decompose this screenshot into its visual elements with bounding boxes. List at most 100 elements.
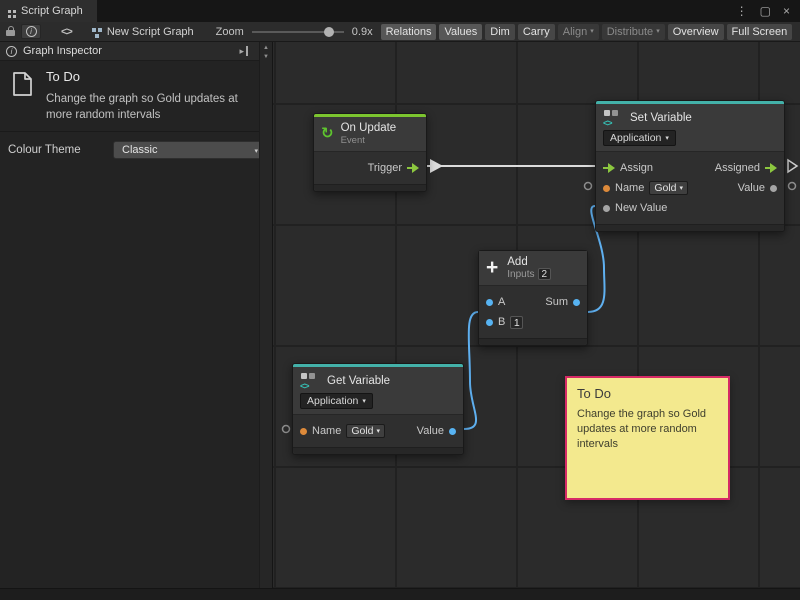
node-footer [479,338,587,345]
sticky-note-title: To Do [577,386,718,401]
input-b-value[interactable]: 1 [510,316,523,329]
node-header[interactable]: <> Set Variable Application ▾ [596,104,784,152]
todo-section: To Do Change the graph so Gold updates a… [0,61,272,132]
input-b-port[interactable] [486,319,493,326]
tab-bar: Script Graph ⋮ ▢ × [0,0,800,22]
node-title: Add [507,256,551,268]
carry-button[interactable]: Carry [518,24,555,40]
variable-name-dropdown[interactable]: Gold ▾ [649,181,688,195]
node-title: Get Variable [327,375,390,387]
input-a-label: A [498,296,505,308]
todo-title: To Do [46,69,258,84]
variable-icon: <> [300,372,320,389]
new-value-port[interactable] [603,205,610,212]
input-a-port[interactable] [486,299,493,306]
assigned-label: Assigned [715,162,760,174]
dim-button[interactable]: Dim [485,24,515,40]
chevron-down-icon: ▾ [590,28,594,35]
node-footer [314,184,426,191]
assigned-flow-port[interactable] [788,160,797,172]
getvar-name-port[interactable] [283,426,290,433]
node-header[interactable]: + Add Inputs 2 [479,251,587,286]
trigger-flow-port[interactable] [407,163,419,173]
toolbar-buttons: Relations Values Dim Carry Align ▾ Distr… [381,24,793,40]
update-loop-icon: ↻ [321,126,334,142]
script-graph-mini-icon [92,28,96,32]
assign-flow-port[interactable] [603,163,615,173]
menu-icon[interactable]: ⋮ [736,4,748,18]
wire-getvalue-adda[interactable] [464,312,478,429]
maximize-icon[interactable]: ▢ [760,4,771,18]
chevron-down-icon: ▾ [680,185,684,192]
colour-theme-row: Colour Theme Classic ▾ [0,140,272,160]
new-script-graph-button[interactable]: New Script Graph [92,26,194,38]
value-label: Value [417,425,444,437]
script-graph-icon [8,10,11,13]
zoom-slider[interactable] [252,31,344,33]
lock-icon[interactable] [6,30,15,36]
zoom-value: 0.9x [352,26,373,38]
assigned-flow-port[interactable] [765,163,777,173]
distribute-dropdown[interactable]: Distribute ▾ [602,24,665,40]
align-dropdown[interactable]: Align ▾ [558,24,599,40]
zoom-label: Zoom [216,26,244,38]
relations-button[interactable]: Relations [381,24,437,40]
graph-inspector-header: i Graph Inspector ▸ [0,42,272,61]
value-port[interactable] [770,185,777,192]
graph-canvas[interactable]: ↻ On Update Event Trigger [273,42,800,600]
tab-title: Script Graph [21,5,83,17]
todo-text: Change the graph so Gold updates at more… [46,91,258,123]
inspector-scrollbar[interactable]: ▲ ▼ [259,42,272,600]
inputs-label: Inputs [507,269,534,280]
trigger-port-label: Trigger [368,162,402,174]
chevron-down-icon: ▾ [665,135,669,142]
node-set-variable[interactable]: <> Set Variable Application ▾ Assign Ass… [595,100,785,232]
inputs-count[interactable]: 2 [538,268,552,280]
info-button[interactable]: i [21,24,41,39]
value-label: Value [738,182,765,194]
info-icon: i [6,46,17,57]
name-label: Name [615,182,644,194]
node-on-update[interactable]: ↻ On Update Event Trigger [313,113,427,192]
chevron-down-icon: ▾ [254,148,258,155]
setvar-name-port[interactable] [585,183,592,190]
node-header[interactable]: <> Get Variable Application ▾ [293,367,463,415]
window-controls: ⋮ ▢ × [736,0,800,22]
close-icon[interactable]: × [783,4,790,18]
code-icon[interactable]: <> [61,26,72,38]
name-label: Name [312,425,341,437]
new-value-label: New Value [615,202,667,214]
sticky-note[interactable]: To Do Change the graph so Gold updates a… [565,376,730,500]
overview-button[interactable]: Overview [668,24,724,40]
values-button[interactable]: Values [439,24,482,40]
tab-script-graph[interactable]: Script Graph [0,0,97,22]
value-port[interactable] [449,428,456,435]
node-get-variable[interactable]: <> Get Variable Application ▾ Name Gold … [292,363,464,455]
chevron-down-icon: ▾ [362,398,366,405]
plus-icon: + [486,258,498,278]
node-header[interactable]: ↻ On Update Event [314,117,426,152]
scroll-up-icon[interactable]: ▲ [263,45,269,52]
node-subtitle: Event [341,135,397,146]
sum-label: Sum [545,296,568,308]
collapse-panel-icon[interactable]: ▸ [239,46,248,56]
node-footer [293,447,463,454]
zoom-slider-handle[interactable] [324,27,334,37]
value-output-port[interactable] [789,183,796,190]
scroll-down-icon[interactable]: ▼ [263,54,269,61]
variable-icon: <> [603,109,623,126]
chevron-down-icon: ▾ [377,428,381,435]
node-title: Set Variable [630,112,692,124]
colour-theme-dropdown[interactable]: Classic ▾ [113,141,265,159]
input-b-label: B [498,316,505,328]
name-port[interactable] [300,428,307,435]
variable-scope-dropdown[interactable]: Application ▾ [603,130,676,146]
flow-arrowhead [430,159,443,173]
fullscreen-button[interactable]: Full Screen [727,24,793,40]
sum-port[interactable] [573,299,580,306]
node-add[interactable]: + Add Inputs 2 A Sum [478,250,588,346]
chevron-down-icon: ▾ [656,28,660,35]
name-port[interactable] [603,185,610,192]
variable-scope-dropdown[interactable]: Application ▾ [300,393,373,409]
variable-name-dropdown[interactable]: Gold ▾ [346,424,385,438]
